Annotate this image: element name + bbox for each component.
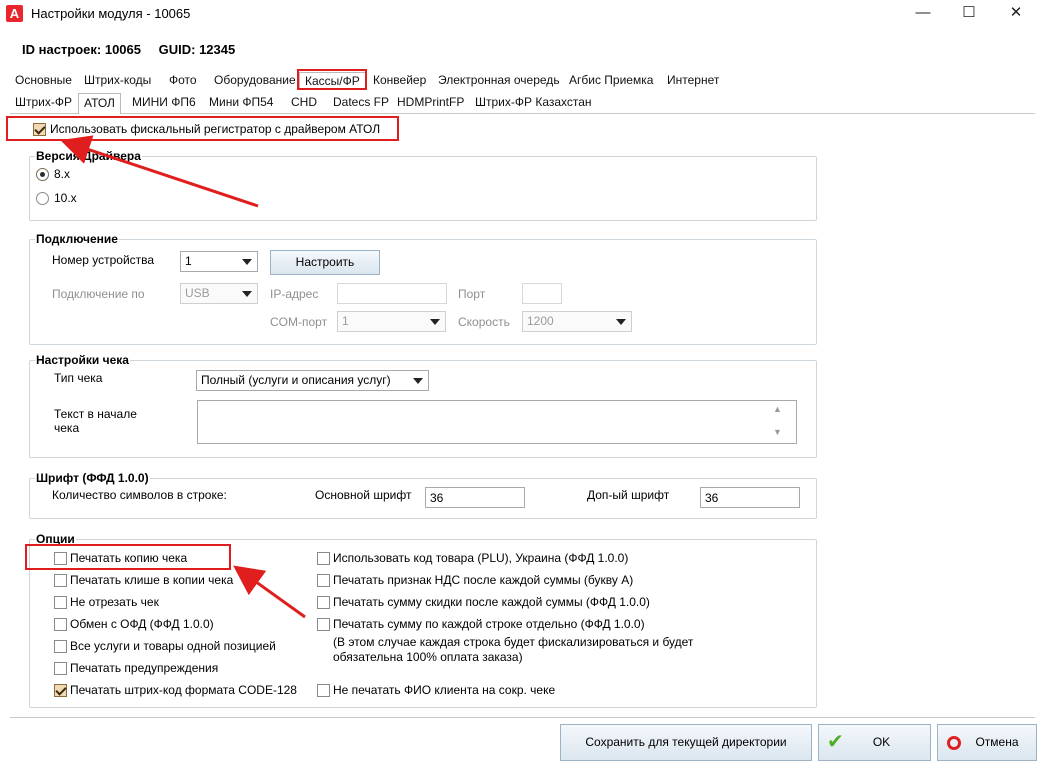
arrow-to-fiscal-checkbox [60, 135, 259, 208]
annotation-arrows [60, 135, 306, 619]
arrow-to-print-copy [233, 565, 306, 619]
bottom-separator [10, 717, 1035, 718]
ok-button[interactable]: ✔ OK [818, 724, 931, 761]
cancel-icon [947, 736, 961, 750]
cancel-button[interactable]: Отмена [937, 724, 1037, 761]
checkmark-icon: ✔ [827, 731, 844, 753]
ok-button-label: OK [872, 735, 891, 749]
cancel-button-label: Отмена [975, 735, 1019, 749]
save-for-directory-button[interactable]: Сохранить для текущей директории [560, 724, 812, 761]
